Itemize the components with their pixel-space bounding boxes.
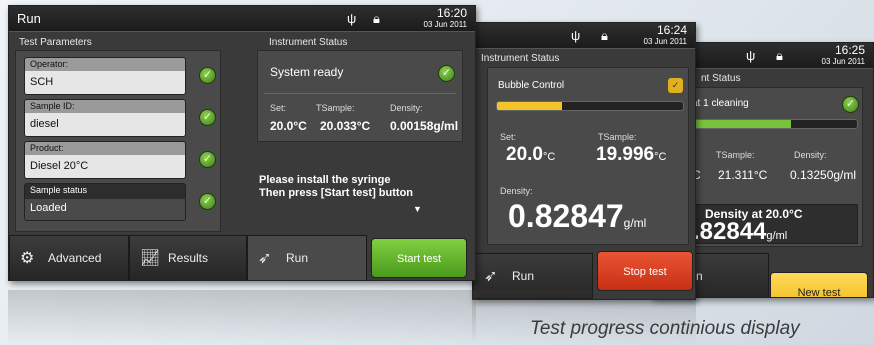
chart-icon: 📈︎ bbox=[140, 250, 161, 267]
operator-check-icon: ✓ bbox=[199, 67, 216, 84]
product-check-icon: ✓ bbox=[199, 151, 216, 168]
tab-run[interactable]: n bbox=[689, 253, 769, 297]
density-label: Density: bbox=[500, 186, 533, 196]
status-panel: Bubble Control ✓ Set: TSample: 20.0°C 19… bbox=[487, 67, 689, 245]
operator-field[interactable]: Operator: SCH bbox=[24, 57, 186, 95]
instrument-status-header: Instrument Status bbox=[481, 53, 560, 64]
usb-icon: ψ bbox=[746, 48, 756, 63]
sample-status-check-icon: ✓ bbox=[199, 193, 216, 210]
density-label: Density: bbox=[794, 150, 827, 160]
bubble-control-label: Bubble Control bbox=[498, 80, 565, 91]
instruction-line-1: Please install the syringe bbox=[259, 174, 391, 186]
test-parameters-header: Test Parameters bbox=[19, 37, 92, 48]
tsample-label: TSample: bbox=[598, 132, 637, 142]
sample-id-check-icon: ✓ bbox=[199, 109, 216, 126]
top-bar: ψ 🔒︎ 16:24 03 Jun 2011 bbox=[473, 23, 695, 49]
pipette-icon: ➶ bbox=[258, 250, 272, 267]
page-title: Run bbox=[17, 11, 41, 26]
down-arrow-icon: ▼ bbox=[413, 204, 422, 214]
step-label: at 1 cleaning bbox=[692, 98, 749, 109]
gear-icon: ⚙ bbox=[20, 250, 35, 267]
density-label: Density: bbox=[390, 103, 423, 113]
set-label: Set: bbox=[270, 103, 287, 113]
screen-ready: Run ψ 🔒︎ 16:20 03 Jun 2011 Test Parameter… bbox=[8, 5, 476, 281]
stop-test-button[interactable]: Stop test bbox=[597, 251, 693, 291]
density-value: 0.13250g/ml bbox=[790, 168, 857, 182]
tsample-value: 19.996°C bbox=[596, 144, 667, 165]
instruction-line-2: Then press [Start test] button bbox=[259, 187, 414, 199]
clock: 16:20 03 Jun 2011 bbox=[423, 6, 467, 29]
sample-id-field[interactable]: Sample ID: diesel bbox=[24, 99, 186, 137]
density-value: 0.00158g/ml bbox=[390, 119, 459, 133]
top-bar: Run ψ 🔒︎ 16:20 03 Jun 2011 bbox=[9, 6, 475, 32]
tsample-value: 20.033°C bbox=[320, 119, 371, 133]
screen-reflection bbox=[8, 290, 476, 345]
set-value: 20.0°C bbox=[270, 119, 307, 133]
lock-icon: 🔒︎ bbox=[373, 11, 380, 26]
tab-results[interactable]: 📈︎ Results bbox=[129, 235, 247, 280]
clock: 16:24 03 Jun 2011 bbox=[643, 23, 687, 46]
density-value: 0.82847g/ml bbox=[508, 198, 647, 234]
tab-run[interactable]: ➶ Run bbox=[247, 235, 367, 280]
lock-icon: 🔒︎ bbox=[776, 48, 783, 63]
bubble-progress bbox=[496, 101, 684, 111]
pipette-icon: ➶ bbox=[484, 268, 498, 285]
instrument-status-header: nt Status bbox=[701, 73, 741, 84]
start-test-button[interactable]: Start test bbox=[371, 238, 467, 278]
density-at-box: Density at 20.0°C .82844g/ml bbox=[692, 204, 858, 245]
instrument-status-header: Instrument Status bbox=[269, 37, 348, 48]
lock-icon: 🔒︎ bbox=[601, 28, 608, 43]
sample-status-field: Sample status Loaded bbox=[24, 183, 186, 221]
clock: 16:25 03 Jun 2011 bbox=[821, 43, 865, 66]
cleaning-progress bbox=[692, 119, 858, 129]
tsample-label: TSample: bbox=[716, 150, 755, 160]
tsample-value: 21.311°C bbox=[718, 168, 768, 182]
usb-icon: ψ bbox=[571, 28, 581, 43]
leaf-warning-icon: ✓ bbox=[668, 78, 683, 93]
instruction-text: Please install the syringe Then press [S… bbox=[259, 174, 413, 200]
leaf-icon: ✓ bbox=[842, 96, 859, 113]
system-status-text: System ready bbox=[270, 65, 344, 79]
product-field[interactable]: Product: Diesel 20°C bbox=[24, 141, 186, 179]
set-label: Set: bbox=[500, 132, 517, 142]
test-parameters-panel: Operator: SCH ✓ Sample ID: diesel ✓ Produc… bbox=[15, 50, 221, 232]
tab-advanced[interactable]: ⚙ Advanced bbox=[9, 235, 129, 280]
usb-icon: ψ bbox=[347, 11, 357, 26]
new-test-button[interactable]: New test bbox=[770, 272, 868, 297]
instrument-status-panel: System ready ✓ Set: TSample: Density: 20… bbox=[257, 50, 463, 142]
tsample-label: TSample: bbox=[316, 103, 355, 113]
set-value: 20.0°C bbox=[506, 144, 556, 165]
status-check-icon: ✓ bbox=[438, 65, 455, 82]
screen-measuring: ψ 🔒︎ 16:24 03 Jun 2011 Instrument Status … bbox=[472, 22, 696, 300]
density-at-value: .82844g/ml bbox=[693, 218, 788, 245]
caption: Test progress continious display bbox=[530, 318, 800, 339]
